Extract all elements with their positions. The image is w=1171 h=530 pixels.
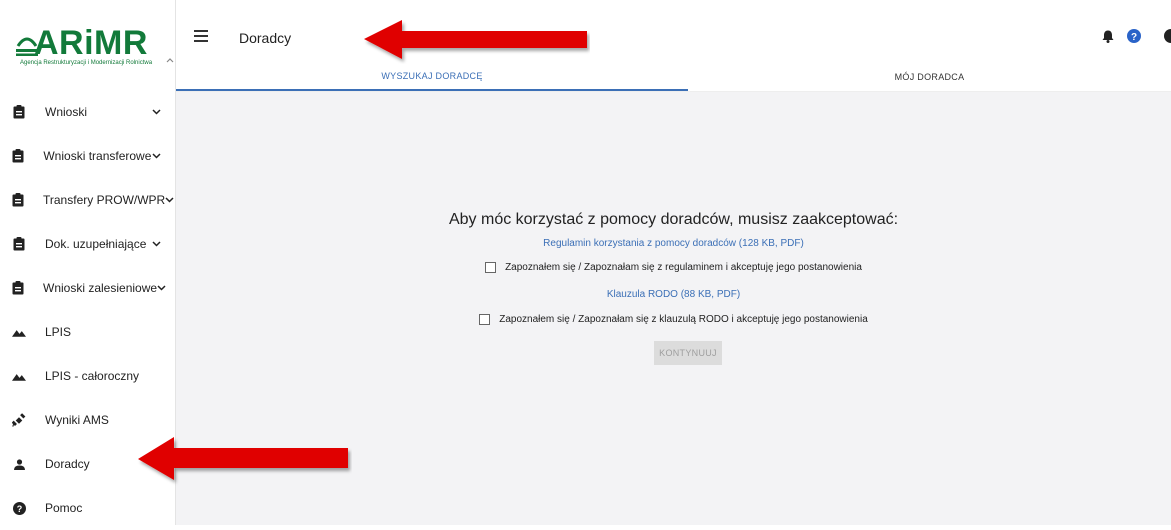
chevron-down-icon[interactable]: [165, 197, 174, 203]
app-window: ARiMR Agencja Restrukturyzacji i Moderni…: [0, 0, 1171, 525]
sidebar-item-label: Wyniki AMS: [45, 413, 109, 427]
clipboard-icon: [12, 236, 26, 252]
consent-heading: Aby móc korzystać z pomocy doradców, mus…: [448, 211, 899, 228]
help-icon: ?: [12, 500, 26, 516]
clipboard-icon: [12, 280, 24, 296]
rodo-checkbox-label[interactable]: Zapoznałem się / Zapoznałam się z klauzu…: [499, 314, 868, 325]
logo-name: ARiMR: [34, 24, 148, 62]
clipboard-icon: [12, 148, 24, 164]
regulamin-checkbox[interactable]: [485, 262, 497, 273]
chevron-down-icon[interactable]: [150, 109, 162, 115]
sidebar-item-wnioski[interactable]: Wnioski: [0, 90, 176, 134]
sidebar-item-label: Transfery PROW/WPR: [43, 193, 166, 207]
sidebar-item-lpis[interactable]: LPIS: [0, 310, 176, 354]
logo-subtitle: Agencja Restrukturyzacji i Modernizacji …: [20, 60, 153, 66]
sidebar-item-transfery-prow-wpr[interactable]: Transfery PROW/WPR: [0, 178, 176, 222]
regulamin-pdf-link[interactable]: Regulamin korzystania z pomocy doradców …: [176, 238, 1171, 249]
chevron-down-icon[interactable]: [151, 153, 162, 159]
svg-text:?: ?: [16, 504, 22, 514]
page-title: Doradcy: [239, 30, 292, 46]
sidebar-item-lpis-caloroczny[interactable]: LPIS - całoroczny: [0, 354, 176, 398]
sidebar-item-pomoc[interactable]: ? Pomoc: [0, 486, 176, 530]
tab-moj-doradca[interactable]: MÓJ DORADCA: [688, 63, 1171, 91]
regulamin-checkbox-label[interactable]: Zapoznałem się / Zapoznałam się z regula…: [505, 262, 862, 273]
sidebar-scroll-up-icon[interactable]: [166, 56, 174, 65]
top-bar: Doradcy ?: [176, 0, 1171, 54]
red-arrow-pointing-doradcy: [138, 437, 348, 480]
sidebar-item-dok-uzupelniajace[interactable]: Dok. uzupełniające: [0, 222, 176, 266]
satellite-icon: [12, 412, 26, 428]
rodo-checkbox[interactable]: [479, 314, 491, 325]
person-icon: [12, 456, 26, 472]
tab-bar: WYSZUKAJ DORADCĘ MÓJ DORADCA: [176, 63, 1171, 92]
sidebar-item-label: Wnioski transferowe: [43, 149, 152, 163]
sidebar-item-label: Pomoc: [45, 501, 83, 515]
regulamin-consent-row: Zapoznałem się / Zapoznałam się z regula…: [176, 262, 1171, 273]
chevron-down-icon[interactable]: [157, 285, 166, 291]
bell-icon[interactable]: [1102, 30, 1114, 43]
sidebar-item-label: Wnioski: [45, 105, 88, 119]
menu-icon[interactable]: [194, 30, 208, 45]
sidebar-item-label: LPIS - całoroczny: [45, 369, 140, 383]
sidebar-item-label: Dok. uzupełniające: [45, 237, 147, 251]
sidebar-item-label: LPIS: [45, 325, 72, 339]
account-icon[interactable]: [1164, 29, 1171, 43]
chevron-down-icon[interactable]: [150, 241, 162, 247]
tab-wyszukaj-doradce[interactable]: WYSZUKAJ DORADCĘ: [176, 63, 688, 91]
help-icon[interactable]: ?: [1127, 29, 1141, 43]
sidebar-item-wnioski-transferowe[interactable]: Wnioski transferowe: [0, 134, 176, 178]
arimr-logo[interactable]: ARiMR Agencja Restrukturyzacji i Moderni…: [16, 22, 166, 72]
svg-text:?: ?: [1131, 32, 1137, 43]
clipboard-icon: [12, 104, 26, 120]
red-arrow-pointing-title: [364, 20, 587, 59]
sidebar-item-wnioski-zalesieniowe[interactable]: Wnioski zalesieniowe: [0, 266, 176, 310]
continue-button[interactable]: KONTYNUUJ: [654, 341, 722, 365]
terrain-icon: [12, 324, 26, 340]
rodo-consent-row: Zapoznałem się / Zapoznałam się z klauzu…: [176, 314, 1171, 325]
clipboard-icon: [12, 192, 24, 208]
terrain-icon: [12, 368, 26, 384]
rodo-pdf-link[interactable]: Klauzula RODO (88 KB, PDF): [176, 289, 1171, 300]
sidebar-item-label: Wnioski zalesieniowe: [43, 281, 158, 295]
